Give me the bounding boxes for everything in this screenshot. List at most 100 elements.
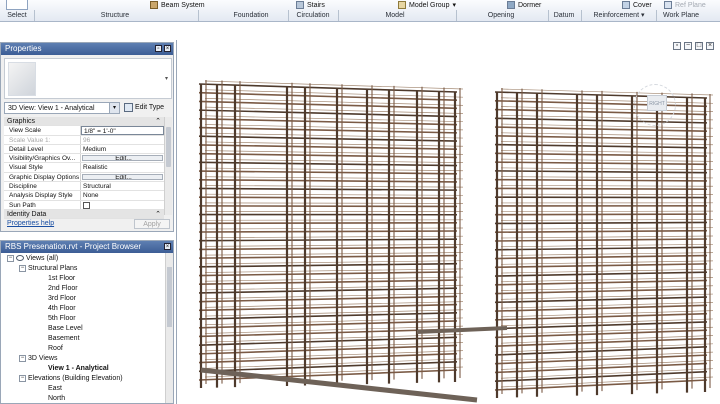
project-browser-title-bar: RBS Presenation.rvt - Project Browser × — [1, 241, 173, 253]
building-right-floor-beam — [494, 304, 708, 312]
graphic-display-edit-button[interactable]: Edit... — [82, 173, 163, 181]
collapse-icon[interactable]: − — [7, 254, 14, 262]
building-left-floor-beam — [198, 287, 458, 294]
building-right-floor-beam-back — [500, 88, 714, 96]
panel-datum: Datum — [553, 12, 575, 19]
building-right-floor-beam-back — [500, 185, 714, 187]
building-right-floor-beam — [494, 370, 708, 383]
detail-level-field[interactable]: Medium — [81, 145, 164, 153]
analysis-display-field[interactable]: None — [81, 191, 164, 199]
group-graphics[interactable]: Graphics ⌃ — [4, 117, 164, 127]
building-right-floor-beam — [494, 362, 708, 374]
tree-node-elevations[interactable]: − Elevations (Building Elevation) — [3, 374, 163, 384]
apply-button[interactable]: Apply — [134, 219, 170, 229]
stairs-button[interactable]: Stairs — [296, 0, 325, 10]
tree-node-floor[interactable]: 4th Floor — [3, 304, 163, 314]
building-left-floor-beam-back — [204, 193, 464, 196]
modify-tool[interactable] — [6, 0, 28, 10]
building-left-floor-beam — [198, 152, 458, 159]
browser-scrollbar[interactable] — [165, 253, 173, 403]
building-left-floor-beam — [198, 303, 458, 312]
tree-node-floor[interactable]: 1st Floor — [3, 274, 163, 284]
dormer-button[interactable]: Dormer — [507, 0, 541, 10]
project-browser: RBS Presenation.rvt - Project Browser × … — [0, 240, 174, 404]
model-group-button[interactable]: Model Group ▾ — [398, 0, 456, 10]
prop-row: Detail Level Medium — [4, 144, 164, 155]
building-right-floor-beam — [494, 246, 708, 251]
tree-node-floor[interactable]: Basement — [3, 334, 163, 344]
tree-node-floor[interactable]: 3rd Floor — [3, 294, 163, 304]
tree-node-floor[interactable]: Roof — [3, 344, 163, 354]
prop-row: Visual Style Realistic — [4, 163, 164, 173]
prop-row: Discipline Structural — [4, 182, 164, 192]
panel-work-plane: Work Plane — [662, 12, 700, 19]
building-right-floor-beam-back — [500, 219, 714, 221]
ref-plane-icon — [664, 1, 672, 9]
building-right-floor-beam — [494, 213, 708, 216]
edit-type-button[interactable]: Edit Type — [124, 102, 164, 114]
beam-system-button[interactable]: Beam System — [150, 0, 205, 10]
collapse-icon[interactable]: − — [19, 374, 26, 382]
view-instance-dropdown[interactable]: 3D View: View 1 - Analytical ▾ — [4, 102, 120, 114]
prop-row: View Scale 1/8" = 1'-0" — [4, 126, 164, 136]
tree-node-3d-views[interactable]: −3D Views — [3, 354, 163, 364]
chevron-down-icon: ▾ — [164, 76, 168, 82]
prop-row: Visibility/Graphics Ov... Edit... — [4, 154, 164, 164]
building-right-floor-beam-back — [500, 293, 714, 300]
collapse-icon[interactable]: − — [19, 354, 26, 362]
3d-viewport[interactable]: ▫ − □ × RIGHT — [176, 40, 720, 404]
minimize-icon[interactable]: − — [684, 42, 692, 50]
tree-node-elevation[interactable]: East — [3, 384, 163, 394]
restore-icon[interactable]: ▫ — [673, 42, 681, 50]
tree-node-view1-analytical[interactable]: View 1 - Analytical — [3, 364, 163, 374]
building-right-floor-beam-back — [500, 167, 714, 170]
tree-node-floor[interactable]: 5th Floor — [3, 314, 163, 324]
visibility-graphics-edit-button[interactable]: Edit... — [82, 155, 163, 162]
maximize-icon[interactable]: □ — [695, 42, 703, 50]
ground-link-beam — [416, 326, 508, 334]
building-left-floor-beam-back — [204, 115, 464, 123]
visual-style-field[interactable]: Realistic — [81, 163, 164, 171]
building-left-floor-beam-back — [204, 252, 464, 256]
collapse-icon[interactable]: − — [19, 264, 26, 272]
viewcube-face[interactable]: RIGHT — [647, 95, 667, 111]
close-icon[interactable]: × — [164, 243, 171, 250]
building-left-floor-beam-back — [204, 244, 464, 247]
tree-node-floor[interactable]: 2nd Floor — [3, 284, 163, 294]
discipline-field[interactable]: Structural — [81, 182, 164, 190]
cover-button[interactable]: Cover — [622, 0, 652, 10]
building-right-floor-beam-back — [500, 252, 714, 256]
panel-reinforcement[interactable]: Reinforcement ▾ — [586, 11, 652, 21]
building-left-floor-beam — [198, 161, 458, 167]
collapse-icon: ⌃ — [155, 210, 161, 218]
close-icon[interactable]: × — [706, 42, 714, 50]
building-left-floor-beam-back — [204, 235, 464, 239]
panel-opening: Opening — [487, 12, 515, 19]
panel-select[interactable]: Select — [2, 11, 32, 21]
properties-help-link[interactable]: Properties help — [7, 220, 54, 227]
tree-node-elevation[interactable]: North — [3, 394, 163, 403]
close-icon[interactable]: × — [164, 45, 171, 52]
building-right-floor-beam — [494, 161, 708, 166]
dock-icon[interactable]: ▫ — [155, 45, 162, 52]
edit-type-icon — [124, 102, 133, 112]
view-scale-field[interactable]: 1/8" = 1'-0" — [81, 126, 164, 135]
view-window-controls: ▫ − □ × — [673, 42, 714, 50]
properties-scrollbar[interactable] — [164, 117, 172, 215]
tree-node-floor[interactable]: Base Level — [3, 324, 163, 334]
viewcube[interactable]: RIGHT — [634, 84, 676, 126]
type-selector[interactable]: ▾ — [4, 58, 172, 99]
building-right-floor-beam — [494, 178, 708, 182]
sun-path-checkbox[interactable] — [83, 201, 90, 209]
building-left-floor-beam — [198, 100, 458, 110]
dormer-icon — [507, 1, 515, 9]
building-left-floor-beam-back — [204, 202, 464, 204]
browser-tree: − Views (all) − Structural Plans 1st Floor… — [3, 254, 163, 403]
ref-plane-button[interactable]: Ref Plane — [664, 0, 706, 10]
tree-node-views-all[interactable]: − Views (all) — [3, 254, 163, 264]
tree-node-structural-plans[interactable]: − Structural Plans — [3, 264, 163, 274]
building-left-floor-beam-back — [204, 227, 464, 230]
group-identity-data[interactable]: Identity Data ⌃ — [4, 209, 164, 220]
building-left-floor-beam-back — [204, 301, 464, 308]
building-right-floor-beam — [494, 254, 708, 260]
